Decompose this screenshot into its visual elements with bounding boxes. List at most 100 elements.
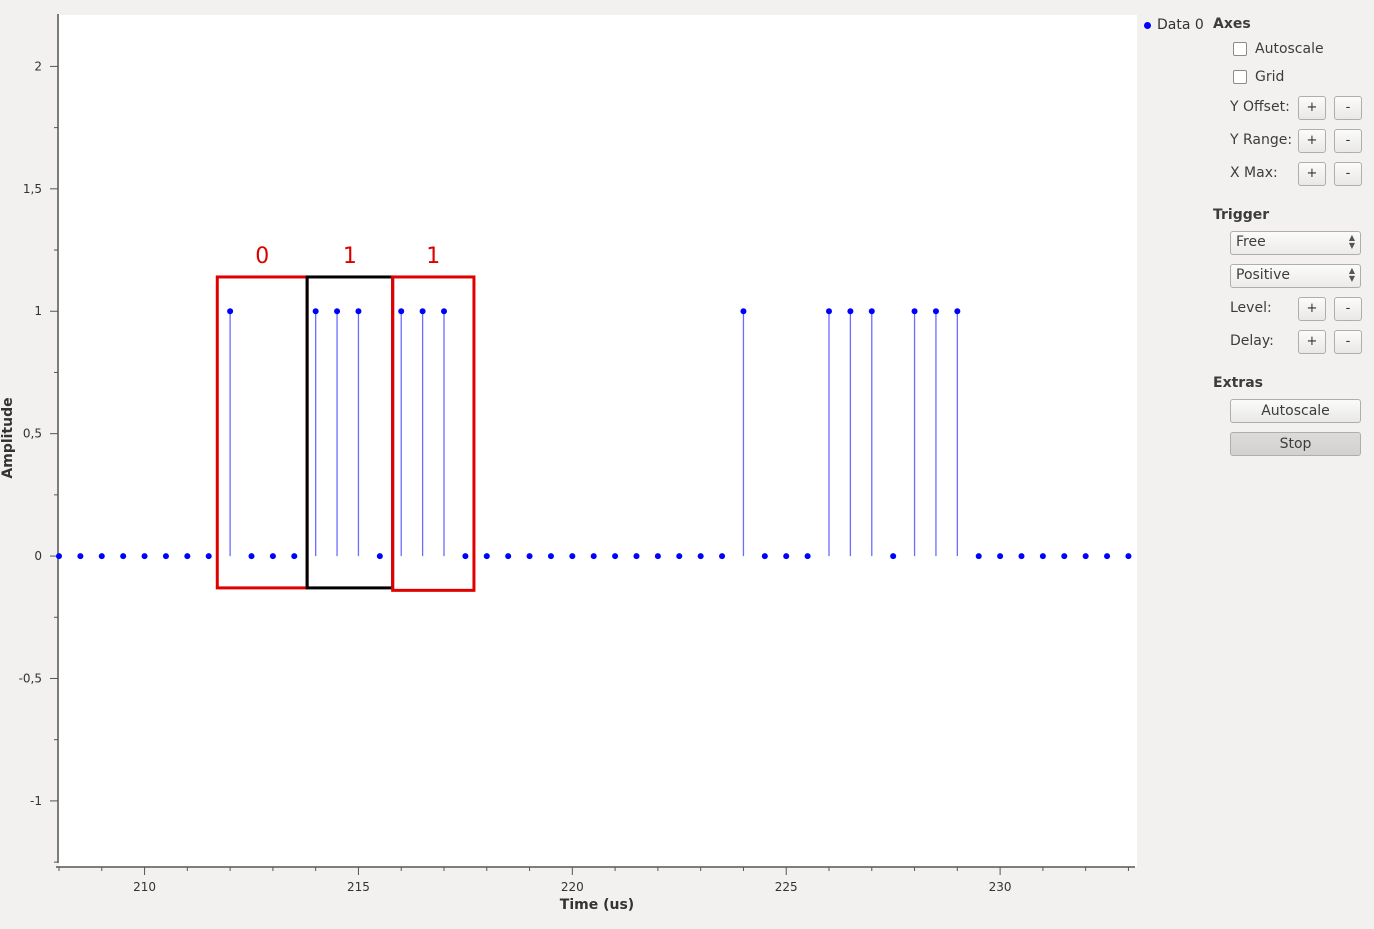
trigger-mode-select[interactable]: Free ▲ ▼	[1230, 231, 1361, 255]
autoscale-button[interactable]: Autoscale	[1230, 399, 1361, 423]
delay-plus-button[interactable]: +	[1298, 330, 1326, 354]
y-offset-minus-button[interactable]: -	[1334, 96, 1362, 120]
data-point	[997, 553, 1004, 560]
data-point	[1104, 553, 1111, 560]
annotation-bit-label: 1	[426, 244, 440, 269]
updown-arrows-icon: ▲ ▼	[1348, 266, 1355, 283]
axes-section-title: Axes	[1213, 16, 1251, 32]
plot-canvas	[59, 15, 1137, 867]
x-tick-label: 225	[775, 880, 798, 894]
y-tick-label: 0	[34, 549, 42, 563]
data-point	[783, 553, 790, 560]
data-point	[954, 308, 961, 315]
data-point	[526, 553, 533, 560]
y-axis-label: Amplitude	[0, 397, 16, 478]
x-axis-ticks: 210 215 220 225 230	[58, 867, 1129, 894]
y-offset-label: Y Offset:	[1230, 99, 1290, 115]
grid-checkbox[interactable]	[1233, 70, 1247, 84]
level-plus-button[interactable]: +	[1298, 297, 1326, 321]
autoscale-checkbox-label: Autoscale	[1255, 41, 1324, 57]
delay-label: Delay:	[1230, 333, 1274, 349]
y-tick-label: 1,5	[23, 182, 42, 196]
data-point	[184, 553, 191, 560]
data-point	[355, 308, 362, 315]
data-point	[590, 553, 597, 560]
data-point	[911, 308, 918, 315]
y-offset-row: Y Offset: + -	[1230, 96, 1362, 120]
y-axis-ticks: 2 1,5 1 0,5 0 -0,5 -1	[19, 59, 58, 863]
data-point	[98, 553, 105, 560]
legend-label: Data 0	[1157, 17, 1204, 33]
x-tick-label: 215	[347, 880, 370, 894]
stop-button[interactable]: Stop	[1230, 432, 1361, 456]
y-range-minus-button[interactable]: -	[1334, 129, 1362, 153]
x-axis-label: Time (us)	[560, 897, 634, 913]
data-point	[312, 308, 319, 315]
data-point	[269, 553, 276, 560]
x-tick-label: 210	[133, 880, 156, 894]
grid-checkbox-label: Grid	[1255, 69, 1285, 85]
level-label: Level:	[1230, 300, 1272, 316]
data-point	[612, 553, 619, 560]
data-point	[868, 308, 875, 315]
autoscale-checkbox-row[interactable]: Autoscale	[1233, 41, 1324, 57]
data-point	[248, 553, 255, 560]
annotation-bit-label: 0	[255, 244, 269, 269]
extras-section-title: Extras	[1213, 375, 1263, 391]
data-point	[1039, 553, 1046, 560]
y-tick-label: 2	[34, 59, 42, 73]
data-point	[141, 553, 148, 560]
data-point	[804, 553, 811, 560]
x-max-plus-button[interactable]: +	[1298, 162, 1326, 186]
x-max-label: X Max:	[1230, 165, 1278, 181]
autoscale-checkbox[interactable]	[1233, 42, 1247, 56]
delay-minus-button[interactable]: -	[1334, 330, 1362, 354]
data-point	[334, 308, 341, 315]
y-tick-label: -0,5	[19, 671, 42, 685]
y-range-plus-button[interactable]: +	[1298, 129, 1326, 153]
data-point	[376, 553, 383, 560]
x-max-minus-button[interactable]: -	[1334, 162, 1362, 186]
data-point	[890, 553, 897, 560]
data-point	[547, 553, 554, 560]
y-offset-plus-button[interactable]: +	[1298, 96, 1326, 120]
plot-area: 2 1,5 1 0,5 0 -0,5 -1 210 215 220 225 230 0 1 1 Time…	[0, 14, 1137, 913]
data-point	[697, 553, 704, 560]
data-point	[205, 553, 212, 560]
y-tick-label: 1	[34, 304, 42, 318]
data-point	[826, 308, 832, 315]
data-point	[847, 308, 854, 315]
data-point	[398, 308, 405, 315]
trigger-section-title: Trigger	[1213, 207, 1270, 223]
data-point	[654, 553, 661, 560]
data-point	[77, 553, 84, 560]
data-point	[120, 553, 127, 560]
annotation-bit-label: 1	[343, 244, 357, 269]
data-point	[505, 553, 512, 560]
y-range-row: Y Range: + -	[1230, 129, 1362, 153]
data-point	[227, 308, 234, 315]
data-point	[483, 553, 490, 560]
data-point	[1125, 553, 1132, 560]
trigger-slope-value: Positive	[1236, 267, 1290, 283]
data-point	[719, 553, 726, 560]
trigger-slope-select[interactable]: Positive ▲ ▼	[1230, 264, 1361, 288]
data-point	[462, 553, 469, 560]
data-point	[633, 553, 640, 560]
y-tick-label: 0,5	[23, 427, 42, 441]
delay-row: Delay: + -	[1230, 330, 1362, 354]
data-point	[975, 553, 982, 560]
grid-checkbox-row[interactable]: Grid	[1233, 69, 1284, 85]
y-tick-label: -1	[30, 794, 42, 808]
data-point	[740, 308, 747, 315]
trigger-mode-value: Free	[1236, 234, 1266, 250]
data-point	[56, 553, 62, 560]
x-max-row: X Max: + -	[1230, 162, 1362, 186]
data-point	[761, 553, 768, 560]
data-point	[1061, 553, 1068, 560]
data-point	[1082, 553, 1089, 560]
data-point	[419, 308, 426, 315]
y-range-label: Y Range:	[1230, 132, 1293, 148]
x-tick-label: 220	[561, 880, 584, 894]
level-minus-button[interactable]: -	[1334, 297, 1362, 321]
